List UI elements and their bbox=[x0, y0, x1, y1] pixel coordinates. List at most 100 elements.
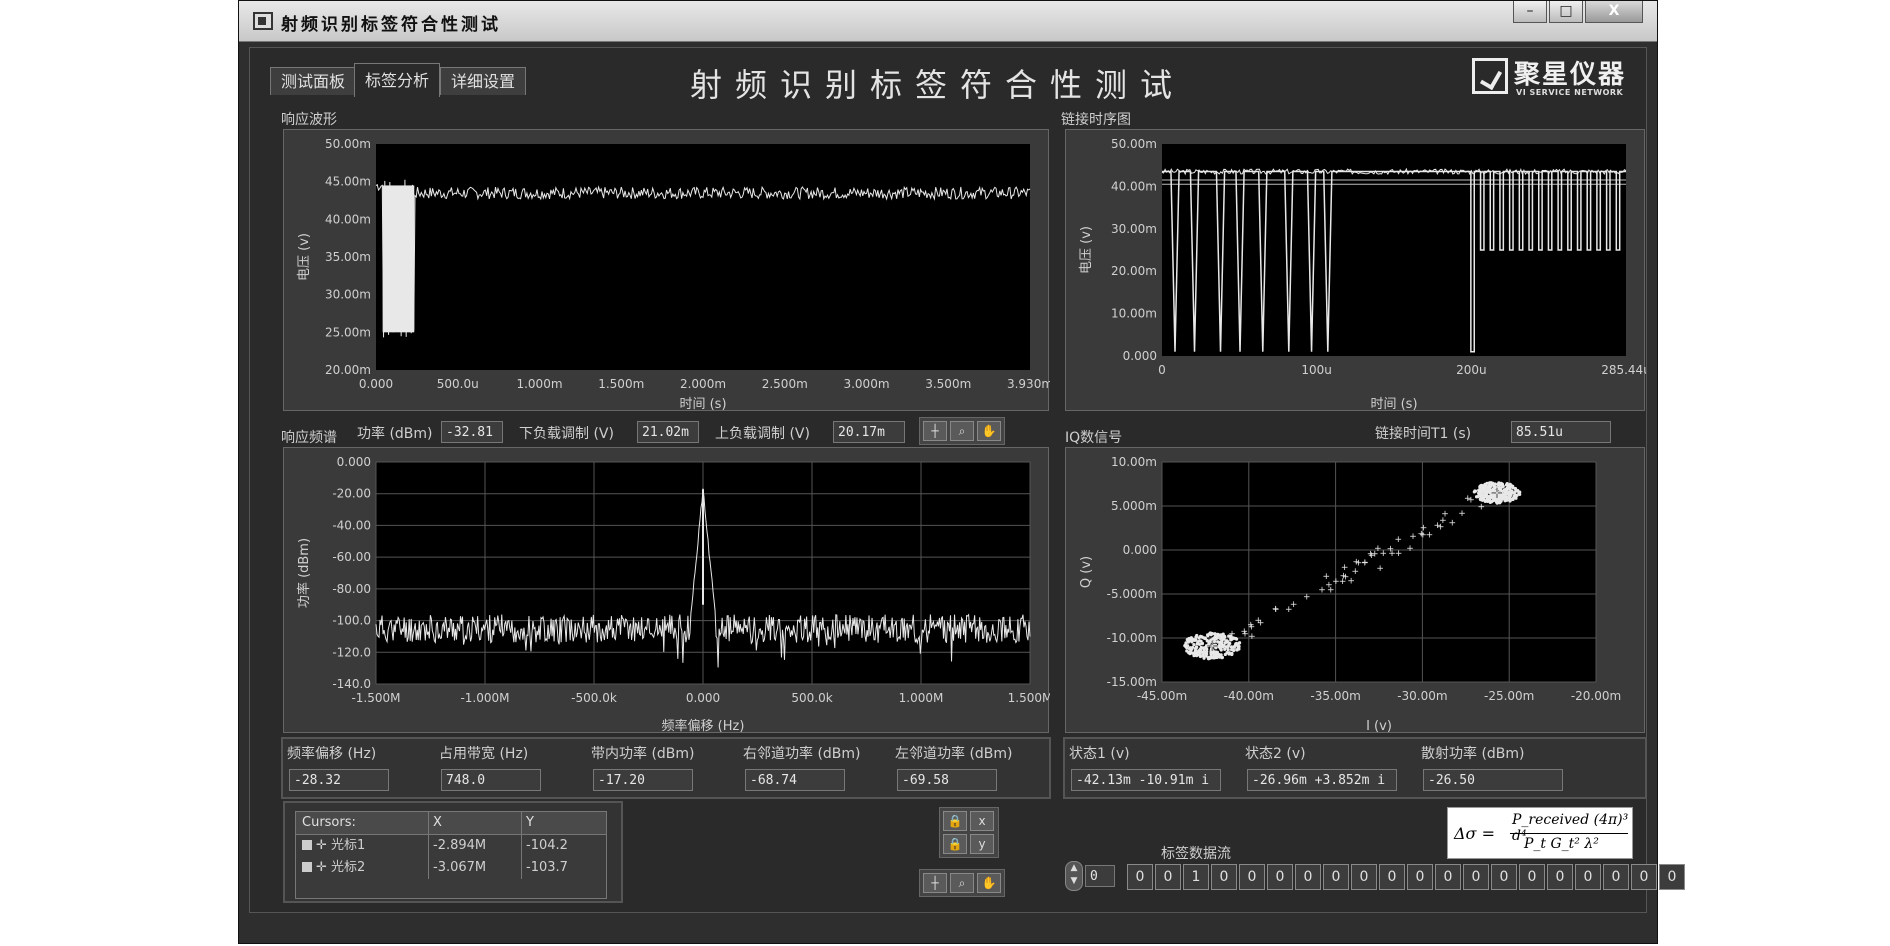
bit-cell[interactable]: 0 bbox=[1267, 864, 1293, 890]
bit-cell[interactable]: 0 bbox=[1239, 864, 1265, 890]
index-value[interactable]: 0 bbox=[1085, 865, 1115, 887]
state2-value[interactable]: -26.96m +3.852m i bbox=[1247, 769, 1397, 791]
iq-point bbox=[1473, 489, 1477, 493]
response-waveform-plot[interactable]: 0.000 500.0u 1.000m 1.500m 2.000m 2.500m 3.000… bbox=[284, 130, 1053, 412]
right-acp-value[interactable]: -68.74 bbox=[745, 769, 845, 791]
iq-transition-point: + bbox=[1327, 586, 1335, 596]
bit-cell[interactable]: 0 bbox=[1127, 864, 1153, 890]
zoom-tool-icon[interactable]: ⌕ bbox=[950, 421, 974, 441]
occupied-bw-label: 占用带宽 (Hz) bbox=[439, 746, 529, 762]
iq-point bbox=[1200, 642, 1204, 646]
lower-mod-value[interactable]: 21.02m bbox=[637, 421, 699, 443]
iq-point bbox=[1215, 655, 1219, 660]
x-tick-label: 0 bbox=[1158, 363, 1166, 377]
bit-cell[interactable]: 0 bbox=[1379, 864, 1405, 890]
zoom-tool-icon[interactable]: ⌕ bbox=[950, 873, 974, 893]
iq-transition-point: + bbox=[1342, 572, 1350, 582]
bit-cell[interactable]: 0 bbox=[1631, 864, 1657, 890]
minimize-button[interactable]: – bbox=[1513, 1, 1547, 23]
autoscale-y-icon[interactable]: y bbox=[970, 834, 994, 854]
bit-cell[interactable]: 0 bbox=[1575, 864, 1601, 890]
iq-point bbox=[1201, 646, 1205, 650]
tab-detail-settings[interactable]: 详细设置 bbox=[440, 67, 527, 95]
left-acp-value[interactable]: -69.58 bbox=[897, 769, 997, 791]
bit-cell[interactable]: 0 bbox=[1547, 864, 1573, 890]
response-waveform-label: 响应波形 bbox=[281, 112, 337, 128]
bit-cell[interactable]: 0 bbox=[1603, 864, 1629, 890]
iq-point bbox=[1227, 642, 1231, 646]
lock-icon[interactable]: 🔒 bbox=[943, 834, 967, 854]
spectrum-graph-tools: ┼ ⌕ ✋ bbox=[919, 417, 1005, 445]
cursor-row[interactable]: ✛ 光标2 -3.067M -103.7 bbox=[296, 857, 606, 879]
cursor-lock-icon[interactable] bbox=[302, 840, 312, 850]
cursor-tool-icon[interactable]: ┼ bbox=[923, 421, 947, 441]
cursor-row[interactable]: ✛ 光标1 -2.894M -104.2 bbox=[296, 835, 606, 857]
bit-cell[interactable]: 0 bbox=[1211, 864, 1237, 890]
cursor-tool-icon[interactable]: ┼ bbox=[923, 873, 947, 893]
state1-value[interactable]: -42.13m -10.91m i bbox=[1071, 769, 1221, 791]
maximize-button[interactable]: □ bbox=[1549, 1, 1583, 23]
bit-cell[interactable]: 0 bbox=[1407, 864, 1433, 890]
iq-point bbox=[1197, 642, 1202, 646]
x-tick-label: 200u bbox=[1456, 363, 1487, 377]
x-axis-label: I (v) bbox=[1366, 719, 1392, 734]
cursor-lock-icon[interactable] bbox=[302, 862, 312, 872]
iq-plot[interactable]: -45.00m -40.00m -35.00m -30.00m -25.00m -20.0… bbox=[1066, 448, 1646, 734]
iq-point bbox=[1226, 648, 1230, 652]
iq-point bbox=[1187, 651, 1191, 655]
bit-cell[interactable]: 0 bbox=[1323, 864, 1349, 890]
lock-icon[interactable]: 🔒 bbox=[943, 811, 967, 831]
bit-cell[interactable]: 0 bbox=[1463, 864, 1489, 890]
inband-power-value[interactable]: -17.20 bbox=[593, 769, 693, 791]
iq-point bbox=[1198, 653, 1202, 657]
y-tick-label: 30.00m bbox=[1111, 222, 1157, 236]
iq-point bbox=[1186, 637, 1190, 641]
iq-transition-point: + bbox=[1395, 549, 1403, 559]
iq-transition-point: + bbox=[1248, 632, 1256, 642]
link-time-label: 链接时间T1 (s) bbox=[1375, 426, 1472, 442]
autoscale-x-icon[interactable]: x bbox=[970, 811, 994, 831]
x-tick-label: -25.00m bbox=[1484, 689, 1534, 703]
bit-cell[interactable]: 0 bbox=[1295, 864, 1321, 890]
y-axis-label: 电压 (v) bbox=[297, 233, 312, 281]
link-time-value[interactable]: 85.51u bbox=[1511, 421, 1611, 443]
bit-cell[interactable]: 0 bbox=[1491, 864, 1517, 890]
pan-tool-icon[interactable]: ✋ bbox=[977, 873, 1001, 893]
iq-point bbox=[1183, 643, 1187, 647]
bit-cell[interactable]: 0 bbox=[1351, 864, 1377, 890]
bit-cell[interactable]: 0 bbox=[1519, 864, 1545, 890]
logo-subtext: VI SERVICE NETWORK bbox=[1516, 88, 1624, 97]
formula-lhs: Δσ = bbox=[1454, 824, 1495, 843]
close-button[interactable]: X bbox=[1585, 1, 1643, 23]
bit-cell[interactable]: 0 bbox=[1435, 864, 1461, 890]
iq-point bbox=[1202, 656, 1206, 660]
title-bar[interactable]: 射频识别标签符合性测试 – □ X bbox=[239, 1, 1657, 42]
x-tick-label: 500.0k bbox=[791, 691, 832, 705]
iq-point bbox=[1192, 643, 1196, 647]
freq-offset-value[interactable]: -28.32 bbox=[289, 769, 389, 791]
index-stepper[interactable]: ▲ ▼ bbox=[1065, 861, 1083, 891]
power-label: 功率 (dBm) bbox=[357, 426, 433, 442]
scatter-power-value[interactable]: -26.50 bbox=[1423, 769, 1563, 791]
power-value[interactable]: -32.81 bbox=[441, 421, 503, 443]
bit-cell[interactable]: 0 bbox=[1659, 864, 1685, 890]
bit-cell[interactable]: 0 bbox=[1155, 864, 1181, 890]
iq-point bbox=[1513, 492, 1517, 497]
y-tick-label: -10.00m bbox=[1107, 631, 1157, 645]
tab-tag-analysis[interactable]: 标签分析 bbox=[354, 63, 441, 97]
iq-transition-point: + bbox=[1323, 572, 1331, 582]
iq-point bbox=[1227, 651, 1231, 655]
iq-point bbox=[1194, 645, 1198, 649]
upper-mod-value[interactable]: 20.17m bbox=[833, 421, 905, 443]
spectrum-plot[interactable]: -1.500M -1.000M -500.0k 0.000 500.0k 1.000M 1.… bbox=[284, 448, 1052, 734]
bit-cell[interactable]: 1 bbox=[1183, 864, 1209, 890]
iq-transition-point: + bbox=[1376, 564, 1384, 574]
iq-point bbox=[1480, 489, 1484, 493]
iq-transition-point: + bbox=[1409, 532, 1417, 542]
link-timing-plot[interactable]: 0 100u 200u 285.44u 50.00m 40.00m 30.00m 20.00m… bbox=[1066, 130, 1651, 412]
occupied-bw-value[interactable]: 748.0 bbox=[441, 769, 541, 791]
y-tick-label: 40.00m bbox=[1111, 179, 1157, 193]
tab-test-panel[interactable]: 测试面板 bbox=[270, 67, 357, 95]
iq-transition-point: + bbox=[1439, 516, 1447, 526]
pan-tool-icon[interactable]: ✋ bbox=[977, 421, 1001, 441]
